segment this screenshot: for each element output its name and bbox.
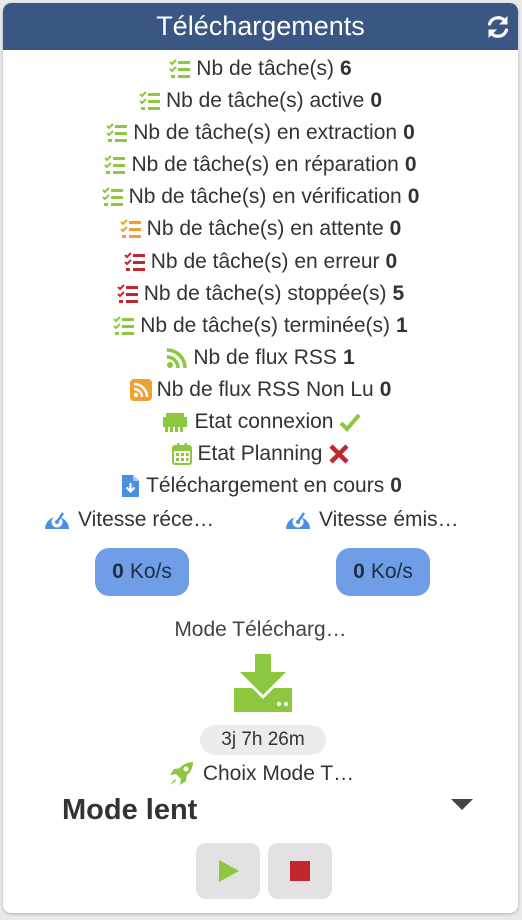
mode-select-value: Mode lent <box>62 794 198 826</box>
stat-label: Nb de tâche(s) <box>196 57 335 80</box>
stat-value: 0 <box>370 89 383 112</box>
stat-tasks-waiting: Nb de tâche(s) en attente 0 <box>3 215 518 243</box>
upload-speed-value: 0 Ko/s <box>336 548 430 596</box>
stat-value: 0 <box>403 121 415 144</box>
stat-tasks-repair: Nb de tâche(s) en réparation 0 <box>3 151 518 179</box>
stat-value: 5 <box>392 282 405 305</box>
widget-header: Téléchargements <box>3 3 518 50</box>
stat-label: Nb de tâche(s) en extraction <box>133 121 398 144</box>
download-tray-icon <box>234 654 292 712</box>
stat-value: 1 <box>396 314 408 337</box>
tasks-icon <box>119 219 141 238</box>
mode-select[interactable]: Mode lent <box>61 791 481 831</box>
stat-rss-unread: Nb de flux RSS Non Lu 0 <box>3 376 518 404</box>
upload-speed-label: Vitesse émis… <box>283 506 459 534</box>
stat-value: 1 <box>342 346 355 369</box>
stat-planning-state: Etat Planning <box>3 440 518 468</box>
speed-number: 0 <box>112 560 124 583</box>
tasks-icon <box>113 316 135 335</box>
stat-label: Nb de tâche(s) active <box>165 89 365 112</box>
stat-tasks-total: Nb de tâche(s) 6 <box>3 55 518 83</box>
download-file-icon <box>122 475 140 497</box>
stat-label: Nb de tâche(s) en erreur <box>150 250 380 273</box>
stat-label: Nb de tâche(s) en vérification <box>128 185 402 208</box>
mode-choice-label: Choix Mode T… <box>3 759 518 789</box>
stat-value: 0 <box>389 217 402 240</box>
tasks-icon <box>117 284 138 303</box>
stat-value: 0 <box>390 474 402 497</box>
stat-value: 0 <box>385 250 398 273</box>
speedometer-icon <box>286 512 310 529</box>
stat-value: 0 <box>379 378 392 401</box>
speed-label-text: Vitesse émis… <box>319 508 459 531</box>
speedometer-icon <box>45 512 69 529</box>
download-speed-label: Vitesse réce… <box>42 506 214 534</box>
stat-tasks-stopped: Nb de tâche(s) stoppée(s) 5 <box>3 280 518 308</box>
downloads-widget: Téléchargements Nb de tâche(s) 6 Nb de t… <box>3 3 518 913</box>
stat-label: Nb de tâche(s) stoppée(s) <box>143 282 387 305</box>
stat-downloads-in-progress: Téléchargement en cours 0 <box>3 472 518 500</box>
stat-value: 0 <box>407 185 420 208</box>
stat-value: 0 <box>404 153 417 176</box>
speed-label-text: Vitesse réce… <box>78 508 215 531</box>
tasks-icon <box>104 155 126 174</box>
stat-rss-feeds: Nb de flux RSS 1 <box>3 344 518 372</box>
stat-label: Etat connexion <box>194 410 334 433</box>
stat-label: Etat Planning <box>197 442 323 465</box>
speed-unit: Ko/s <box>370 560 413 583</box>
refresh-icon[interactable] <box>484 13 512 41</box>
play-icon <box>219 860 239 882</box>
tasks-icon <box>139 91 160 110</box>
stat-label: Nb de flux RSS <box>193 346 337 369</box>
calendar-icon <box>171 443 192 465</box>
stat-tasks-extraction: Nb de tâche(s) en extraction 0 <box>3 119 518 147</box>
speed-number: 0 <box>353 560 365 583</box>
tasks-icon <box>169 59 191 78</box>
tasks-icon <box>124 252 145 271</box>
play-button[interactable] <box>196 843 260 899</box>
speed-unit: Ko/s <box>129 560 172 583</box>
cross-icon <box>329 444 350 464</box>
stat-tasks-verification: Nb de tâche(s) en vérification 0 <box>3 183 518 211</box>
stat-tasks-finished: Nb de tâche(s) terminée(s) 1 <box>3 312 518 340</box>
stat-tasks-error: Nb de tâche(s) en erreur 0 <box>3 248 518 276</box>
chevron-down-icon[interactable] <box>451 799 473 810</box>
rss-square-icon <box>129 379 152 401</box>
tasks-icon <box>106 123 128 142</box>
stop-button[interactable] <box>268 843 332 899</box>
download-mode-label: Mode Télécharg… <box>174 618 347 641</box>
mode-choice-text: Choix Mode T… <box>202 762 355 785</box>
rss-icon <box>167 348 188 369</box>
stat-label: Nb de flux RSS Non Lu <box>156 378 374 401</box>
stat-label: Nb de tâche(s) en réparation <box>131 153 399 176</box>
mode-timer: 3j 7h 26m <box>200 725 326 755</box>
check-icon <box>340 413 361 432</box>
stop-icon <box>290 861 310 881</box>
stat-label: Téléchargement en cours <box>146 474 385 497</box>
tasks-icon <box>101 187 123 206</box>
rocket-icon <box>169 762 193 785</box>
download-speed-value: 0 Ko/s <box>95 548 189 596</box>
network-icon <box>162 413 187 432</box>
stat-label: Nb de tâche(s) terminée(s) <box>140 314 391 337</box>
stat-value: 6 <box>340 57 352 80</box>
stat-connection-state: Etat connexion <box>3 408 518 436</box>
stat-label: Nb de tâche(s) en attente <box>146 217 384 240</box>
widget-title: Téléchargements <box>156 11 365 41</box>
stat-tasks-active: Nb de tâche(s) active 0 <box>3 87 518 115</box>
